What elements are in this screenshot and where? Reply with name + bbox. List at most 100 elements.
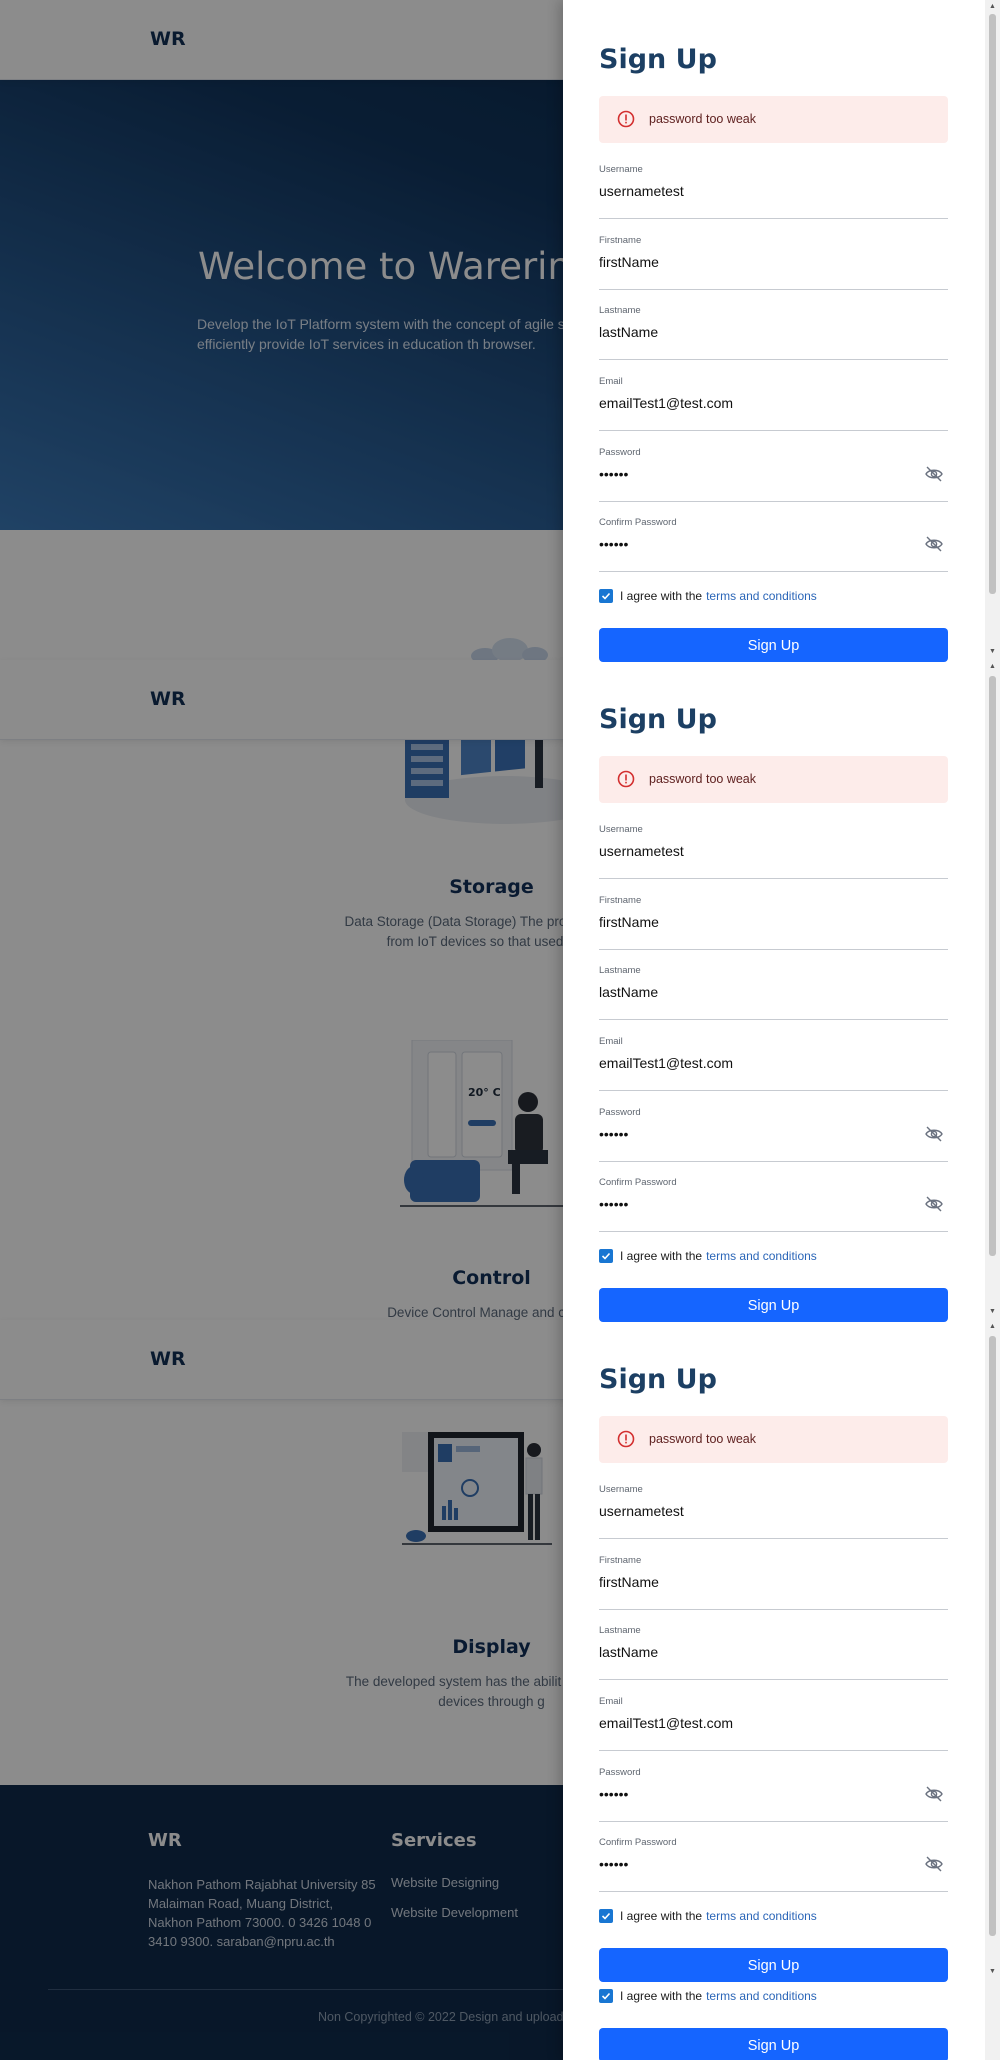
scroll-down-arrow-icon[interactable]: ▼ [989,648,996,656]
password-field: Password [599,1767,948,1822]
error-alert-text: password too weak [649,1432,757,1446]
username-label: Username [599,824,643,835]
firstname-field: Firstname [599,1555,948,1610]
password-label: Password [599,1107,641,1118]
lastname-label: Lastname [599,305,641,316]
terms-agreement: I agree with the terms and conditions [599,587,817,605]
signup-button[interactable]: Sign Up [599,2028,948,2060]
terms-checkbox[interactable] [599,1909,613,1923]
email-input[interactable] [599,1051,909,1075]
scrollbar-thumb[interactable] [989,1336,996,1936]
scrollbar-thumb[interactable] [989,14,996,594]
firstname-label: Firstname [599,895,642,906]
lastname-input[interactable] [599,980,909,1004]
error-alert: password too weak [599,1416,948,1463]
lastname-input[interactable] [599,1640,909,1664]
email-label: Email [599,376,623,387]
email-label: Email [599,1036,623,1047]
check-icon [601,1252,611,1260]
error-alert: password too weak [599,96,948,143]
signup-title: Sign Up [599,44,717,75]
username-label: Username [599,1484,643,1495]
lastname-field: Lastname [599,965,948,1020]
scroll-up-arrow-icon[interactable]: ▲ [989,663,996,671]
lastname-label: Lastname [599,1625,641,1636]
scrollbar[interactable]: ▲ ▼ [985,1320,1000,2060]
signup-title: Sign Up [599,704,717,735]
signup-form: Sign Up password too weak Username First… [563,1320,985,2060]
scrollbar[interactable]: ▲ ▼ [985,660,1000,1320]
firstname-label: Firstname [599,1555,642,1566]
confirm-password-input[interactable] [599,532,909,556]
terms-link[interactable]: terms and conditions [706,589,817,603]
username-field: Username [599,824,948,879]
scrollbar-thumb[interactable] [989,676,996,1256]
visibility-off-icon[interactable] [924,534,944,554]
firstname-input[interactable] [599,910,909,934]
password-label: Password [599,447,641,458]
firstname-input[interactable] [599,250,909,274]
email-field: Email [599,1696,948,1751]
signup-title: Sign Up [599,1364,717,1395]
check-icon [601,1992,611,2000]
confirm-password-label: Confirm Password [599,1837,677,1848]
terms-agree-text: I agree with the [620,589,703,603]
firstname-input[interactable] [599,1570,909,1594]
error-alert-text: password too weak [649,772,757,786]
terms-agree-text: I agree with the [620,1909,703,1923]
visibility-off-icon[interactable] [924,1784,944,1804]
confirm-password-field: Confirm Password [599,1837,948,1892]
signup-form: Sign Up password too weak Username First… [563,0,985,662]
confirm-password-label: Confirm Password [599,517,677,528]
scrollbar[interactable]: ▲ ▼ [985,0,1000,660]
terms-link[interactable]: terms and conditions [706,1909,817,1923]
email-input[interactable] [599,1711,909,1735]
username-label: Username [599,164,643,175]
terms-agreement: I agree with the terms and conditions [599,1987,817,2005]
signup-form: Sign Up password too weak Username First… [563,660,985,1322]
password-field: Password [599,1107,948,1162]
signup-button[interactable]: Sign Up [599,1288,948,1322]
terms-agree-text: I agree with the [620,1989,703,2003]
terms-link[interactable]: terms and conditions [706,1249,817,1263]
email-field: Email [599,1036,948,1091]
username-input[interactable] [599,1499,909,1523]
terms-checkbox[interactable] [599,1249,613,1263]
confirm-password-field: Confirm Password [599,517,948,572]
username-input[interactable] [599,179,909,203]
terms-link[interactable]: terms and conditions [706,1989,817,2003]
scroll-down-arrow-icon[interactable]: ▼ [989,1308,996,1316]
lastname-input[interactable] [599,320,909,344]
lastname-field: Lastname [599,305,948,360]
username-input[interactable] [599,839,909,863]
terms-checkbox[interactable] [599,1989,613,2003]
confirm-password-label: Confirm Password [599,1177,677,1188]
visibility-off-icon[interactable] [924,1124,944,1144]
check-icon [601,1912,611,1920]
password-input[interactable] [599,462,909,486]
firstname-label: Firstname [599,235,642,246]
error-icon [617,770,635,788]
check-icon [601,592,611,600]
error-alert-text: password too weak [649,112,757,126]
visibility-off-icon[interactable] [924,1194,944,1214]
terms-agreement: I agree with the terms and conditions [599,1907,817,1925]
scroll-up-arrow-icon[interactable]: ▲ [989,1323,996,1331]
confirm-password-input[interactable] [599,1192,909,1216]
scroll-up-arrow-icon[interactable]: ▲ [989,3,996,11]
password-input[interactable] [599,1122,909,1146]
email-label: Email [599,1696,623,1707]
confirm-password-input[interactable] [599,1852,909,1876]
signup-button[interactable]: Sign Up [599,1948,948,1982]
email-field: Email [599,376,948,431]
lastname-field: Lastname [599,1625,948,1680]
error-icon [617,110,635,128]
username-field: Username [599,1484,948,1539]
terms-checkbox[interactable] [599,589,613,603]
scroll-down-arrow-icon[interactable]: ▼ [989,1968,996,1976]
password-input[interactable] [599,1782,909,1806]
signup-button[interactable]: Sign Up [599,628,948,662]
email-input[interactable] [599,391,909,415]
visibility-off-icon[interactable] [924,1854,944,1874]
visibility-off-icon[interactable] [924,464,944,484]
